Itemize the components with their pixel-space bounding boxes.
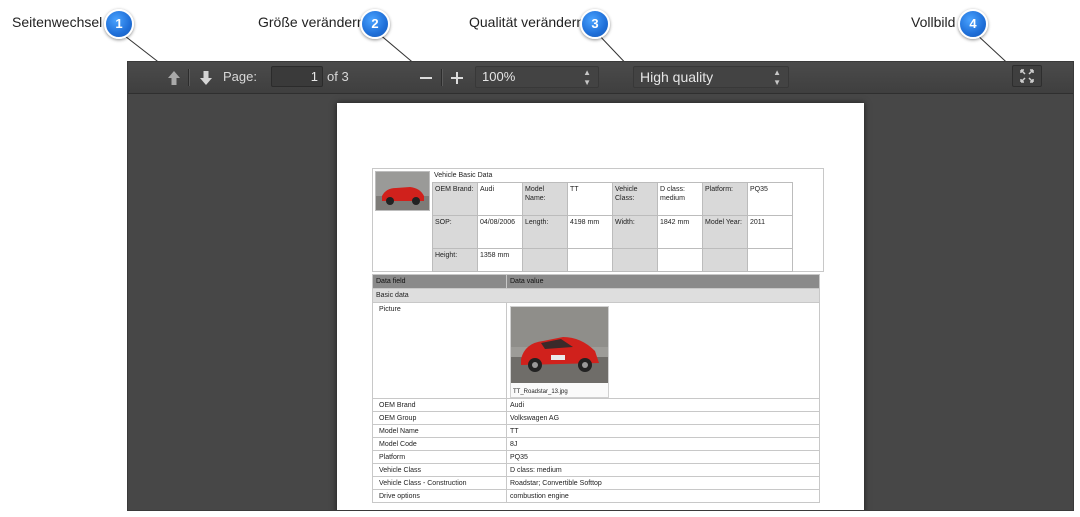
toolbar-separator (441, 69, 443, 86)
fullscreen-icon (1020, 69, 1034, 83)
basic-data-grid: OEM Brand: Audi Model Name: TT Vehicle C… (432, 182, 793, 272)
table-row: OEM Group Volkswagen AG (372, 411, 820, 425)
cell-value: PQ35 (747, 182, 793, 216)
row-value: Volkswagen AG (506, 411, 820, 425)
basic-table-title: Vehicle Basic Data (434, 172, 493, 179)
car-thumbnail (375, 171, 430, 211)
row-field: Drive options (372, 489, 507, 503)
zoom-select[interactable]: 100% ▲ ▼ (475, 66, 599, 88)
cell-label: OEM Brand: (432, 182, 478, 216)
table-row: Vehicle Class D class: medium (372, 463, 820, 477)
table-row: Model Name TT (372, 424, 820, 438)
zoom-select-value: 100% (482, 69, 516, 84)
cell-label: Platform: (702, 182, 748, 216)
cell-label: Model Name: (522, 182, 568, 216)
cell-label: Length: (522, 215, 568, 249)
cell-label: Model Year: (702, 215, 748, 249)
callout-label-page-change: Seitenwechsel (12, 14, 103, 30)
row-value: D class: medium (506, 463, 820, 477)
row-value: PQ35 (506, 450, 820, 464)
row-value: Audi (506, 398, 820, 412)
cell-value: TT (567, 182, 613, 216)
cell-value: 2011 (747, 215, 793, 249)
cell-empty (567, 248, 613, 272)
row-field: Vehicle Class (372, 463, 507, 477)
vehicle-basic-data-table: Vehicle Basic Data OEM Brand: Audi Model… (372, 168, 824, 272)
header-data-field: Data field (372, 274, 507, 289)
quality-select-value: High quality (640, 69, 714, 85)
picture-cell: TT_Roadstar_13.jpg (506, 302, 820, 399)
document-page: Vehicle Basic Data OEM Brand: Audi Model… (337, 103, 864, 510)
callout-label-quality: Qualität verändern (469, 14, 585, 30)
previous-page-button[interactable] (166, 68, 182, 87)
quality-select[interactable]: High quality ▲ ▼ (633, 66, 789, 88)
callout-badge-1: 1 (104, 9, 134, 39)
section-row: Basic data (372, 288, 820, 303)
cell-value: 1358 mm (477, 248, 523, 272)
car-picture: TT_Roadstar_13.jpg (510, 306, 609, 398)
select-arrows-icon: ▲ ▼ (773, 68, 781, 87)
cell-value: D class: medium (657, 182, 703, 216)
table-row: Drive options combustion engine (372, 489, 820, 503)
cell-value: 04/08/2006 (477, 215, 523, 249)
callout-label-fullscreen: Vollbild (911, 14, 956, 30)
cell-label: SOP: (432, 215, 478, 249)
callout-badge-2: 2 (360, 9, 390, 39)
zoom-in-button[interactable] (447, 68, 467, 87)
fullscreen-button[interactable] (1012, 65, 1042, 87)
table-row: Model Code 8J (372, 437, 820, 451)
picture-label: Picture (372, 302, 507, 399)
cell-label: Width: (612, 215, 658, 249)
plus-icon (451, 71, 463, 84)
viewer-toolbar: Page: 1 of 3 100% ▲ ▼ High quality ▲ ▼ (128, 62, 1073, 94)
toolbar-separator (188, 69, 190, 86)
cell-empty (702, 248, 748, 272)
callout-badge-4: 4 (958, 9, 988, 39)
row-field: Model Name (372, 424, 507, 438)
row-value: combustion engine (506, 489, 820, 503)
cell-value: 4198 mm (567, 215, 613, 249)
table-row: Platform PQ35 (372, 450, 820, 464)
cell-empty (747, 248, 793, 272)
pdf-viewer: Page: 1 of 3 100% ▲ ▼ High quality ▲ ▼ V… (127, 61, 1074, 511)
arrow-down-icon (200, 70, 212, 85)
row-field: Vehicle Class - Construction (372, 476, 507, 490)
minus-icon (420, 76, 432, 79)
cell-value: 1842 mm (657, 215, 703, 249)
table-row: Vehicle Class - Construction Roadstar; C… (372, 476, 820, 490)
callout-label-resize: Größe verändern (258, 14, 365, 30)
zoom-out-button[interactable] (416, 68, 436, 87)
data-fields-table: Data field Data value Basic data Picture (372, 274, 820, 503)
page-number-input[interactable]: 1 (271, 66, 323, 87)
cell-label: Vehicle Class: (612, 182, 658, 216)
row-value: TT (506, 424, 820, 438)
row-field: OEM Group (372, 411, 507, 425)
arrow-up-icon (168, 70, 180, 85)
cell-value: Audi (477, 182, 523, 216)
row-field: Platform (372, 450, 507, 464)
row-field: Model Code (372, 437, 507, 451)
callout-badge-3: 3 (580, 9, 610, 39)
table-row: OEM Brand Audi (372, 398, 820, 412)
row-field: OEM Brand (372, 398, 507, 412)
picture-caption: TT_Roadstar_13.jpg (513, 389, 568, 395)
cell-empty (612, 248, 658, 272)
page-count: of 3 (327, 69, 349, 84)
row-value: Roadstar; Convertible Softtop (506, 476, 820, 490)
select-arrows-icon: ▲ ▼ (583, 68, 591, 87)
next-page-button[interactable] (198, 68, 214, 87)
row-value: 8J (506, 437, 820, 451)
page-label: Page: (223, 69, 257, 84)
header-data-value: Data value (506, 274, 820, 289)
cell-label: Height: (432, 248, 478, 272)
cell-empty (522, 248, 568, 272)
cell-empty (657, 248, 703, 272)
